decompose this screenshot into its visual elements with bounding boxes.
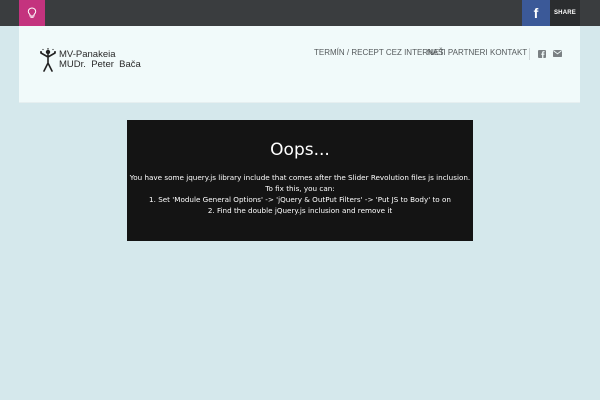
error-line-2: To fix this, you can:: [265, 184, 335, 193]
nav-item-partneri[interactable]: NAŠI PARTNERI: [427, 48, 488, 57]
facebook-square-icon[interactable]: [537, 49, 546, 58]
nav-item-termin[interactable]: TERMÍN / RECEPT CEZ INTERNET: [314, 48, 444, 57]
facebook-icon: f: [533, 5, 539, 21]
main-nav: TERMÍN / RECEPT CEZ INTERNET NAŠI PARTNE…: [19, 48, 580, 60]
error-title: Oops...: [270, 140, 330, 160]
slider-error-panel: Oops... You have some jquery.js library …: [127, 120, 473, 241]
nav-item-kontakt[interactable]: KONTAKT: [490, 48, 527, 57]
error-line-3: 1. Set 'Module General Options' -> 'jQue…: [149, 195, 451, 204]
facebook-share-button[interactable]: f: [522, 0, 550, 26]
logo-line-2: MUDr. Peter Bača: [59, 59, 141, 70]
share-label: SHARE: [553, 10, 576, 16]
error-line-4: 2. Find the double jQuery.js inclusion a…: [207, 206, 393, 215]
lightbulb-icon: [27, 4, 37, 23]
envelope-icon[interactable]: [553, 49, 562, 58]
nav-divider: [529, 48, 530, 60]
error-line-1: You have some jquery.js library include …: [129, 173, 471, 182]
error-message: You have some jquery.js library include …: [127, 172, 473, 216]
lightbulb-button[interactable]: [19, 0, 45, 26]
site-header: MV-Panakeia MUDr. Peter Bača TERMÍN / RE…: [19, 26, 580, 103]
share-button[interactable]: SHARE: [550, 0, 580, 26]
top-bar: f SHARE: [0, 0, 600, 26]
